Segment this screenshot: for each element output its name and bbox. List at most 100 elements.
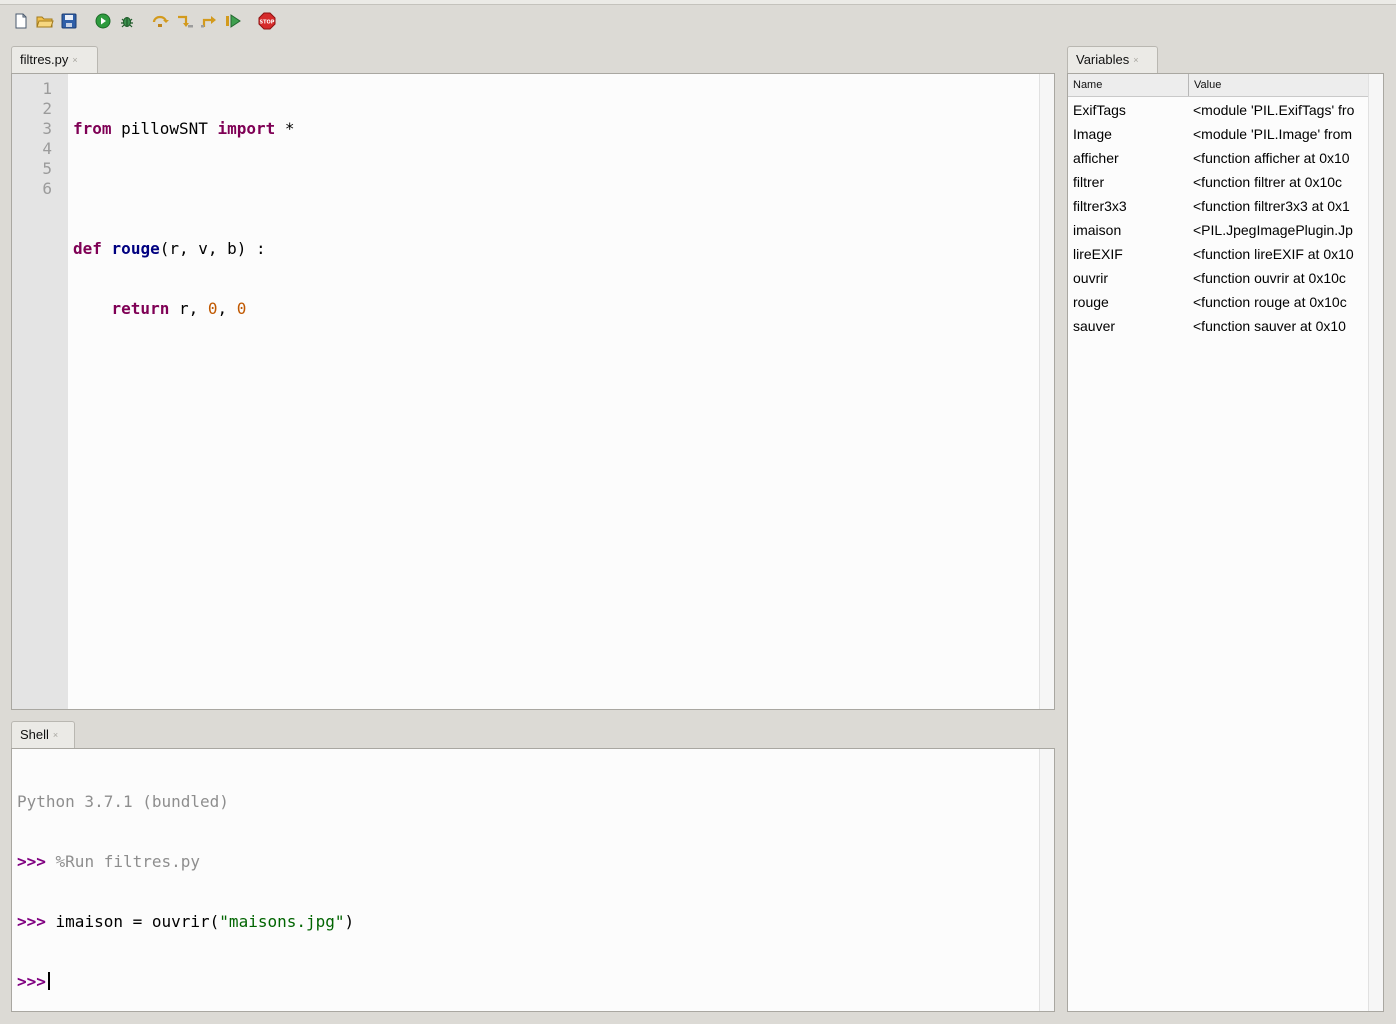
return-sep: , [217,299,237,318]
string-literal: "maisons.jpg" [219,912,345,931]
tab-variables[interactable]: Variables × [1067,46,1158,73]
table-row[interactable]: filtrer3x3 <function filtrer3x3 at 0x1 [1068,194,1369,218]
tab-label: Shell [20,727,49,742]
variable-name: rouge [1073,294,1109,310]
shell-command: imaison = ouvrir( [45,912,220,931]
table-row[interactable]: rouge <function rouge at 0x10c [1068,290,1369,314]
module-name: pillowSNT [111,119,218,138]
variables-panel: Name Value ExifTags <module 'PIL.ExifTags… [1067,73,1384,1012]
line-number-gutter: 1 2 3 4 5 6 [12,74,68,709]
close-icon[interactable]: × [72,55,77,65]
editor-vertical-scrollbar[interactable] [1039,74,1054,709]
step-into-icon[interactable] [176,12,194,30]
tab-label: Variables [1076,52,1130,67]
line-number: 2 [42,99,52,118]
table-row[interactable]: filtrer <function filtrer at 0x10c [1068,170,1369,194]
table-row[interactable]: ExifTags <module 'PIL.ExifTags' fro [1068,98,1369,122]
variable-name: ouvrir [1073,270,1109,286]
close-icon[interactable]: × [53,730,58,740]
text-cursor [47,972,50,990]
variable-name: imaison [1073,222,1122,238]
run-icon[interactable] [94,12,112,30]
variable-value: <module 'PIL.ExifTags' fro [1193,102,1355,118]
variables-vertical-scrollbar[interactable] [1368,74,1383,1011]
line-number: 3 [42,119,52,138]
table-row[interactable]: ouvrir <function ouvrir at 0x10c [1068,266,1369,290]
resume-icon[interactable] [224,12,242,30]
tab-filtres-py[interactable]: filtres.py × [11,46,98,73]
save-icon[interactable] [60,12,78,30]
code-line-1: from pillowSNT import * [73,119,1034,139]
variable-name: lireEXIF [1073,246,1123,262]
table-row[interactable]: lireEXIF <function lireEXIF at 0x10 [1068,242,1369,266]
toolbar: STOP [0,6,1396,36]
code-line-4: return r, 0, 0 [73,299,1034,319]
shell-line-assign: >>> imaison = ouvrir("maisons.jpg") [17,912,1034,932]
code-line-3: def rouge(r, v, b) : [73,239,1034,259]
return-expr: r, [169,299,208,318]
shell-command-end: ) [344,912,355,931]
variable-value: <PIL.JpegImagePlugin.Jp [1193,222,1353,238]
line-number: 1 [42,79,52,98]
keyword-return: return [111,299,170,318]
stop-icon-label: STOP [260,20,275,26]
step-over-icon[interactable] [152,12,170,30]
column-header-name[interactable]: Name [1068,74,1189,96]
shell-banner: Python 3.7.1 (bundled) [17,792,229,811]
close-icon[interactable]: × [1133,55,1138,65]
shell-command: %Run filtres.py [45,852,201,871]
window-title-strip [0,0,1396,5]
code-editor[interactable]: 1 2 3 4 5 6 from pillowSNT import * def … [11,73,1055,710]
shell-prompt: >>> [17,912,46,931]
keyword-def: def [73,239,102,258]
debug-bug-icon[interactable] [118,12,136,30]
line-number: 6 [42,179,52,198]
keyword-import: import [217,119,276,138]
shell-prompt: >>> [17,852,46,871]
line-numbers: 1 2 3 4 5 6 [12,79,52,199]
new-file-icon[interactable] [12,12,30,30]
variable-value: <function filtrer at 0x10c [1193,174,1343,190]
variable-value: <function lireEXIF at 0x10 [1193,246,1354,262]
open-folder-icon[interactable] [36,12,54,30]
import-wildcard: * [275,119,295,138]
shell-prompt: >>> [17,972,46,991]
shell-line-run: >>> %Run filtres.py [17,852,1034,872]
table-row[interactable]: sauver <function sauver at 0x10 [1068,314,1369,338]
function-params: (r, v, b) : [159,239,266,258]
variable-name: Image [1073,126,1112,142]
number-literal: 0 [207,299,218,318]
line-number: 4 [42,139,52,158]
variable-name: afficher [1073,150,1119,166]
function-name: rouge [111,239,160,258]
variable-name: filtrer [1073,174,1105,190]
variables-table-header: Name Value [1068,74,1369,97]
tab-label: filtres.py [20,52,69,67]
table-row[interactable]: imaison <PIL.JpegImagePlugin.Jp [1068,218,1369,242]
variable-value: <function ouvrir at 0x10c [1193,270,1346,286]
line-number: 5 [42,159,52,178]
variable-value: <function afficher at 0x10 [1193,150,1350,166]
variable-name: ExifTags [1073,102,1126,118]
variables-table-body: ExifTags <module 'PIL.ExifTags' fro Image… [1068,98,1369,338]
variable-value: <module 'PIL.Image' from [1193,126,1353,142]
shell-input-line[interactable]: >>> [17,972,1034,992]
table-row[interactable]: Image <module 'PIL.Image' from [1068,122,1369,146]
variable-value: <function filtrer3x3 at 0x1 [1193,198,1350,214]
step-out-icon[interactable] [200,12,218,30]
variable-name: sauver [1073,318,1116,334]
stop-icon[interactable]: STOP [258,12,276,30]
keyword-from: from [73,119,112,138]
tab-shell[interactable]: Shell × [11,721,75,748]
shell-console[interactable]: Python 3.7.1 (bundled) >>> %Run filtres.… [11,748,1055,1012]
shell-vertical-scrollbar[interactable] [1039,749,1054,1011]
column-header-value[interactable]: Value [1189,74,1369,96]
variable-value: <function sauver at 0x10 [1193,318,1346,334]
variable-name: filtrer3x3 [1073,198,1127,214]
shell-text[interactable]: Python 3.7.1 (bundled) >>> %Run filtres.… [17,752,1034,1011]
code-text[interactable]: from pillowSNT import * def rouge(r, v, … [73,79,1034,479]
table-row[interactable]: afficher <function afficher at 0x10 [1068,146,1369,170]
